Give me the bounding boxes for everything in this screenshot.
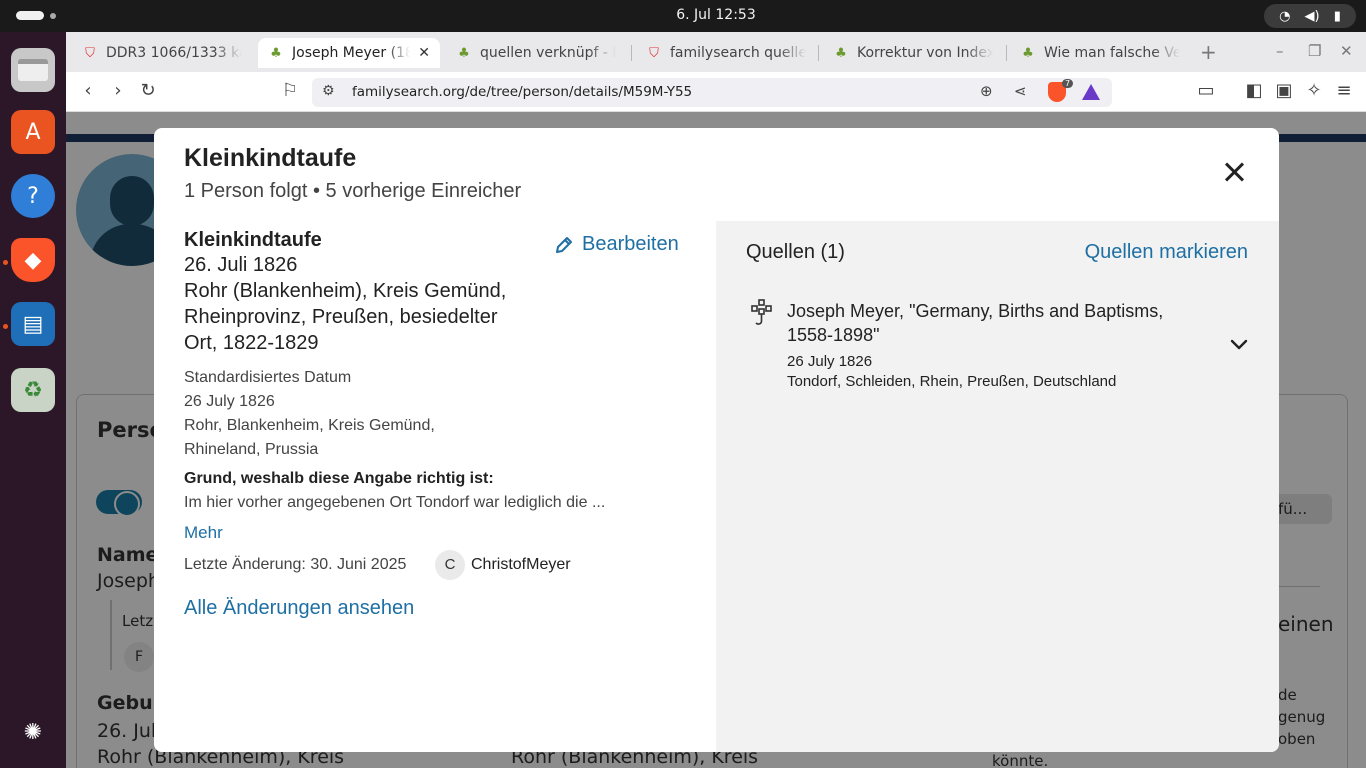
battery-icon: ▮ [1333,8,1341,24]
event-date: 26. Juli 1826 [184,254,298,276]
user-avatar[interactable]: C [435,550,465,580]
sources-panel: Quellen (1) Quellen markieren Joseph Mey… [716,221,1279,752]
forward-icon[interactable]: › [106,80,130,101]
event-details-panel: Kleinkindtaufe 26. Juli 1826 Rohr (Blank… [154,221,716,752]
trash-icon[interactable]: ♻ [11,368,55,412]
close-window-icon[interactable]: ✕ [1340,42,1353,60]
brave-browser-icon[interactable]: ◆ [11,238,55,282]
reason-text: Im hier vorher angegebenen Ort Tondorf w… [184,494,606,511]
bookmark-icon[interactable]: ⚐ [278,80,302,101]
maximize-icon[interactable]: ❐ [1308,42,1321,60]
reload-icon[interactable]: ↻ [136,80,160,101]
url-text[interactable]: familysearch.org/de/tree/person/details/… [352,84,692,100]
more-link[interactable]: Mehr [184,523,223,543]
standardized-place-line: Rohr, Blankenheim, Kreis Gemünd, [184,417,435,434]
record-tree-icon [751,299,772,325]
tab-korrektur[interactable]: ♣ Korrektur von Indexierung [823,38,1003,68]
modal-subtitle: 1 Person folgt • 5 vorherige Einreicher [184,180,522,202]
wallet-icon[interactable]: ▣ [1272,80,1296,101]
tab-separator [1006,45,1007,61]
running-indicator [3,260,8,265]
source-date: 26 July 1826 [787,353,873,370]
tab-quellen-verknuepf[interactable]: ♣ quellen verknüpf - FamilySearch [446,38,626,68]
close-tab-icon[interactable]: ✕ [418,45,430,61]
mark-sources-link[interactable]: Quellen markieren [1085,241,1248,264]
event-place-line: Rheinprovinz, Preußen, besiedelter [184,306,498,328]
reason-heading: Grund, weshalb diese Angabe richtig ist: [184,470,494,487]
last-change-text: Letzte Änderung: 30. Juni 2025 [184,556,407,573]
address-bar[interactable]: ⚙ familysearch.org/de/tree/person/detail… [312,78,1112,107]
edit-button[interactable]: Bearbeiten [554,233,679,256]
tab-wie-man[interactable]: ♣ Wie man falsche Verknüpfung [1010,38,1190,68]
app-center-icon[interactable]: A [11,110,55,154]
familysearch-tree-icon: ♣ [1022,45,1034,61]
brave-shield-icon: ⛉ [85,45,95,61]
impress-icon[interactable]: ▤ [11,302,55,346]
help-icon[interactable]: ? [11,174,55,218]
close-icon[interactable] [1220,158,1248,186]
brave-shield-icon: ⛉ [649,45,659,61]
tab-label: familysearch quellen [670,45,806,61]
tab-joseph-meyer[interactable]: ♣ Joseph Meyer (1826) ✕ [258,38,440,68]
system-clock[interactable]: 6. Jul 12:53 [0,7,1366,23]
shields-count-badge: 7 [1062,79,1074,88]
zoom-icon[interactable]: ⊕ [980,82,993,100]
tab-familysearch-quellen[interactable]: ⛉ familysearch quellen [636,38,816,68]
tab-bar: ⛉ DDR3 1066/1333 kaufen ♣ Joseph Meyer (… [66,32,1366,72]
familysearch-tree-icon: ♣ [835,45,847,61]
site-settings-icon[interactable]: ⚙ [322,83,335,99]
all-changes-link[interactable]: Alle Änderungen ansehen [184,597,414,620]
volume-icon: ◀) [1304,8,1320,24]
tab-label: Korrektur von Indexierung [857,45,993,61]
brave-rewards-icon[interactable] [1082,84,1100,100]
tab-ddr3[interactable]: ⛉ DDR3 1066/1333 kaufen [72,38,252,68]
source-place: Tondorf, Schleiden, Rhein, Preußen, Deut… [787,373,1117,390]
familysearch-tree-icon: ♣ [458,45,470,61]
tab-label: quellen verknüpf - FamilySearch [480,45,616,61]
minimize-icon[interactable]: – [1276,42,1284,60]
standardized-date: 26 July 1826 [184,393,275,410]
new-tab-icon[interactable]: + [1200,40,1217,64]
show-apps-icon[interactable]: ✺ [11,710,55,754]
sources-title: Quellen (1) [746,241,845,263]
system-top-bar: 6. Jul 12:53 ◔ ◀) ▮ [0,0,1366,32]
tab-label: DDR3 1066/1333 kaufen [106,45,242,61]
event-type: Kleinkindtaufe [184,229,322,251]
sidebar-icon[interactable]: ◧ [1242,80,1266,101]
edit-label: Bearbeiten [582,233,679,255]
standardized-place-line: Rhineland, Prussia [184,441,319,458]
navigation-toolbar: ‹ › ↻ ⚐ ⚙ familysearch.org/de/tree/perso… [66,72,1366,112]
system-tray[interactable]: ◔ ◀) ▮ [1264,4,1356,28]
pencil-icon [556,236,572,253]
event-place-line: Rohr (Blankenheim), Kreis Gemünd, [184,280,507,302]
standardized-label: Standardisiertes Datum [184,369,352,386]
files-icon[interactable] [11,48,55,92]
back-icon[interactable]: ‹ [76,80,100,101]
reader-mode-icon[interactable]: ▭ [1194,80,1218,101]
event-detail-modal: Kleinkindtaufe 1 Person folgt • 5 vorher… [154,128,1279,752]
tab-label: Joseph Meyer (1826) [292,45,411,61]
running-indicator [3,324,8,329]
share-icon[interactable]: ⋖ [1014,82,1027,100]
source-title[interactable]: Joseph Meyer, "Germany, Births and Bapti… [787,299,1187,347]
leo-ai-icon[interactable]: ✧ [1302,80,1326,101]
dock: A ? ◆ ▤ ♻ ✺ [0,32,66,768]
tab-separator [818,45,819,61]
tab-label: Wie man falsche Verknüpfung [1044,45,1180,61]
chevron-down-icon[interactable] [1228,333,1250,355]
event-place-line: Ort, 1822-1829 [184,332,319,354]
menu-icon[interactable]: ≡ [1332,80,1356,101]
modal-title: Kleinkindtaufe [184,144,357,172]
familysearch-tree-icon: ♣ [270,45,282,61]
wifi-icon: ◔ [1279,8,1291,24]
user-name[interactable]: ChristofMeyer [471,556,571,574]
tab-separator [631,45,632,61]
